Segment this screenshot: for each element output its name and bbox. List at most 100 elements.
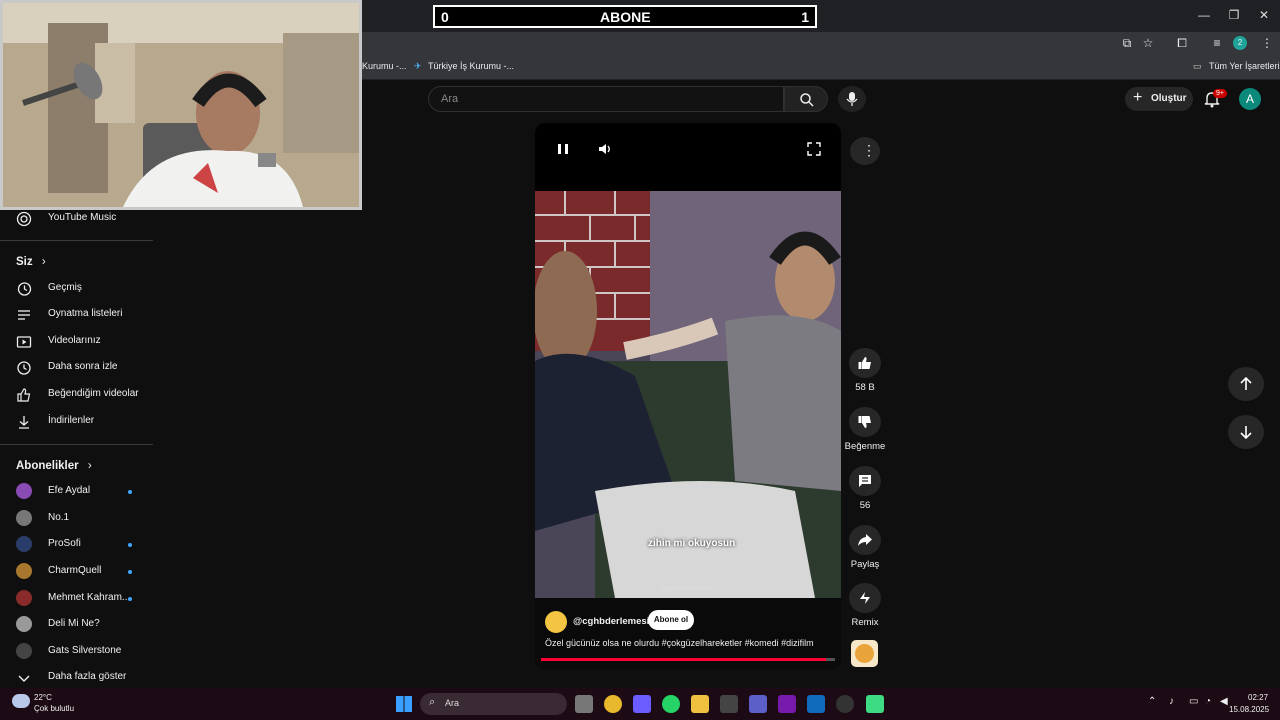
short-info-panel: @cghbderlemesi Abone ol Özel gücünüz ols… xyxy=(535,598,841,669)
notification-badge: 9+ xyxy=(1213,89,1227,98)
app-icon[interactable] xyxy=(836,695,854,713)
chevron-down-icon xyxy=(18,675,30,682)
youtube-music-icon xyxy=(16,211,32,227)
tray-volume-icon[interactable]: ◀ xyxy=(1220,696,1228,707)
counter-title: ABONE xyxy=(600,9,651,25)
like-icon xyxy=(17,388,31,402)
volume-icon[interactable] xyxy=(597,141,613,157)
sidebar-item-playlists[interactable]: Oynatma listeleri xyxy=(16,305,156,325)
screen: 0 ABONE 1 — ❐ ✕ ⧉ ☆ ⧠ ≡ 2 ⋮ Kurumu -... … xyxy=(0,0,1280,720)
subscribe-button[interactable]: Abone ol xyxy=(648,610,694,630)
tray-display-icon[interactable]: ▭ xyxy=(1189,696,1198,707)
onenote-icon[interactable] xyxy=(778,695,796,713)
sidebar-heading-subscriptions[interactable]: Abonelikler › xyxy=(16,460,92,472)
previous-short-button[interactable] xyxy=(1228,367,1264,401)
maximize-button[interactable]: ❐ xyxy=(1224,6,1244,24)
webcam-image xyxy=(3,3,359,207)
subscription-item[interactable]: Efe Aydal xyxy=(16,482,156,502)
sidebar-item-watch-later[interactable]: Daha sonra izle xyxy=(16,358,156,378)
store-icon[interactable] xyxy=(720,695,738,713)
taskbar-search-label: Ara xyxy=(445,698,460,708)
more-vertical-icon: ⋮ xyxy=(862,142,876,158)
progress-track[interactable] xyxy=(541,658,835,661)
all-bookmarks[interactable]: Tüm Yer İşaretleri xyxy=(1209,61,1280,71)
search-button[interactable] xyxy=(784,86,828,112)
more-options-button[interactable]: ⋮ xyxy=(850,137,880,165)
bookmark-item[interactable]: Kurumu -... xyxy=(362,61,407,71)
sidebar-item-downloads[interactable]: İndirilenler xyxy=(16,412,156,432)
account-avatar[interactable]: A xyxy=(1239,88,1261,110)
subscription-item[interactable]: Mehmet Kahram... xyxy=(16,589,156,609)
subscription-item[interactable]: Deli Mi Ne? xyxy=(16,615,156,635)
next-short-button[interactable] xyxy=(1228,415,1264,449)
sidebar-heading-you[interactable]: Siz › xyxy=(16,256,46,268)
sidebar-item-label: Beğendiğim videolar xyxy=(48,388,139,399)
extensions-icon[interactable]: ⧠ xyxy=(1173,34,1191,52)
tray-chevron-icon[interactable]: ⌃ xyxy=(1148,696,1156,707)
dislike-button[interactable]: Beğenme xyxy=(845,407,885,452)
task-view-icon[interactable] xyxy=(575,695,593,713)
weather-widget[interactable]: 22°C Çok bulutlu xyxy=(12,692,132,718)
video-icon xyxy=(16,336,32,348)
file-explorer-icon[interactable] xyxy=(691,695,709,713)
create-button[interactable]: + Oluştur xyxy=(1125,87,1193,111)
bookmark-star-icon[interactable]: ☆ xyxy=(1139,34,1157,52)
tray-wifi-icon[interactable]: ◔ xyxy=(1205,696,1211,707)
sidebar-item-your-videos[interactable]: Videolarınız xyxy=(16,332,156,352)
android-icon[interactable] xyxy=(866,695,884,713)
channel-avatar xyxy=(16,536,32,552)
copilot-icon[interactable] xyxy=(633,695,651,713)
new-content-dot xyxy=(128,490,132,494)
sidebar-item-history[interactable]: Geçmiş xyxy=(16,279,156,299)
subscription-item[interactable]: CharmQuell xyxy=(16,562,156,582)
channel-avatar xyxy=(16,616,32,632)
profile-avatar[interactable]: 2 xyxy=(1233,36,1247,50)
show-more-button[interactable]: Daha fazla göster xyxy=(16,668,156,688)
sidebar-item-youtube-music[interactable]: YouTube Music xyxy=(16,209,156,229)
taskbar-search[interactable]: ⌕ Ara xyxy=(420,693,567,715)
search-input[interactable]: Ara xyxy=(428,86,784,112)
subscription-label: CharmQuell xyxy=(48,565,102,576)
plus-icon: + xyxy=(1133,89,1143,106)
video-caption: zihin mi okuyosun xyxy=(648,538,736,549)
windows-start-icon[interactable] xyxy=(396,696,412,712)
chevron-right-icon: › xyxy=(87,460,92,472)
clock-time[interactable]: 02:27 xyxy=(1248,693,1268,702)
cast-icon[interactable]: ⧉ xyxy=(1118,34,1136,52)
new-content-dot xyxy=(128,597,132,601)
subscription-item[interactable]: No.1 xyxy=(16,509,156,529)
chrome-icon[interactable] xyxy=(604,695,622,713)
sound-thumbnail-art xyxy=(855,644,874,663)
comments-button[interactable]: 56 xyxy=(849,466,881,511)
channel-avatar[interactable] xyxy=(545,611,567,633)
subscription-item[interactable]: Gats Silverstone xyxy=(16,642,156,662)
like-button[interactable]: 58 B xyxy=(849,348,881,393)
remix-button[interactable]: Remix xyxy=(849,583,881,628)
bookmark-item[interactable]: Türkiye İş Kurumu -... xyxy=(428,61,514,71)
subscription-item[interactable]: ProSofi xyxy=(16,535,156,555)
counter-left: 0 xyxy=(441,9,449,25)
thumbs-down-icon xyxy=(858,416,871,428)
channel-handle[interactable]: @cghbderlemesi xyxy=(573,616,649,627)
short-video-frame[interactable]: zihin mi okuyosun cghbderlemesi xyxy=(535,191,841,598)
clock-date[interactable]: 15.08.2025 xyxy=(1229,705,1269,714)
sound-thumbnail[interactable] xyxy=(851,640,878,667)
teams-icon[interactable] xyxy=(749,695,767,713)
sidebar-item-label: Oynatma listeleri xyxy=(48,308,123,319)
pause-icon[interactable] xyxy=(555,141,571,157)
minimize-button[interactable]: — xyxy=(1194,6,1214,24)
menu-dots-icon[interactable]: ⋮ xyxy=(1258,34,1276,52)
outlook-icon[interactable] xyxy=(807,695,825,713)
fullscreen-icon[interactable] xyxy=(806,141,822,157)
arrow-down-icon xyxy=(1240,426,1252,440)
search-icon: ⌕ xyxy=(429,696,436,708)
whatsapp-icon[interactable] xyxy=(662,695,680,713)
share-button[interactable]: Paylaş xyxy=(849,525,881,570)
tray-mic-icon[interactable]: ♪ xyxy=(1169,696,1174,707)
sidebar-item-label: YouTube Music xyxy=(48,212,117,223)
media-icon[interactable]: ≡ xyxy=(1208,34,1226,52)
voice-search-button[interactable] xyxy=(838,86,866,112)
close-window-button[interactable]: ✕ xyxy=(1254,6,1274,24)
shorts-player[interactable]: zihin mi okuyosun cghbderlemesi @cghbder… xyxy=(535,123,841,669)
sidebar-item-liked-videos[interactable]: Beğendiğim videolar xyxy=(16,385,156,405)
